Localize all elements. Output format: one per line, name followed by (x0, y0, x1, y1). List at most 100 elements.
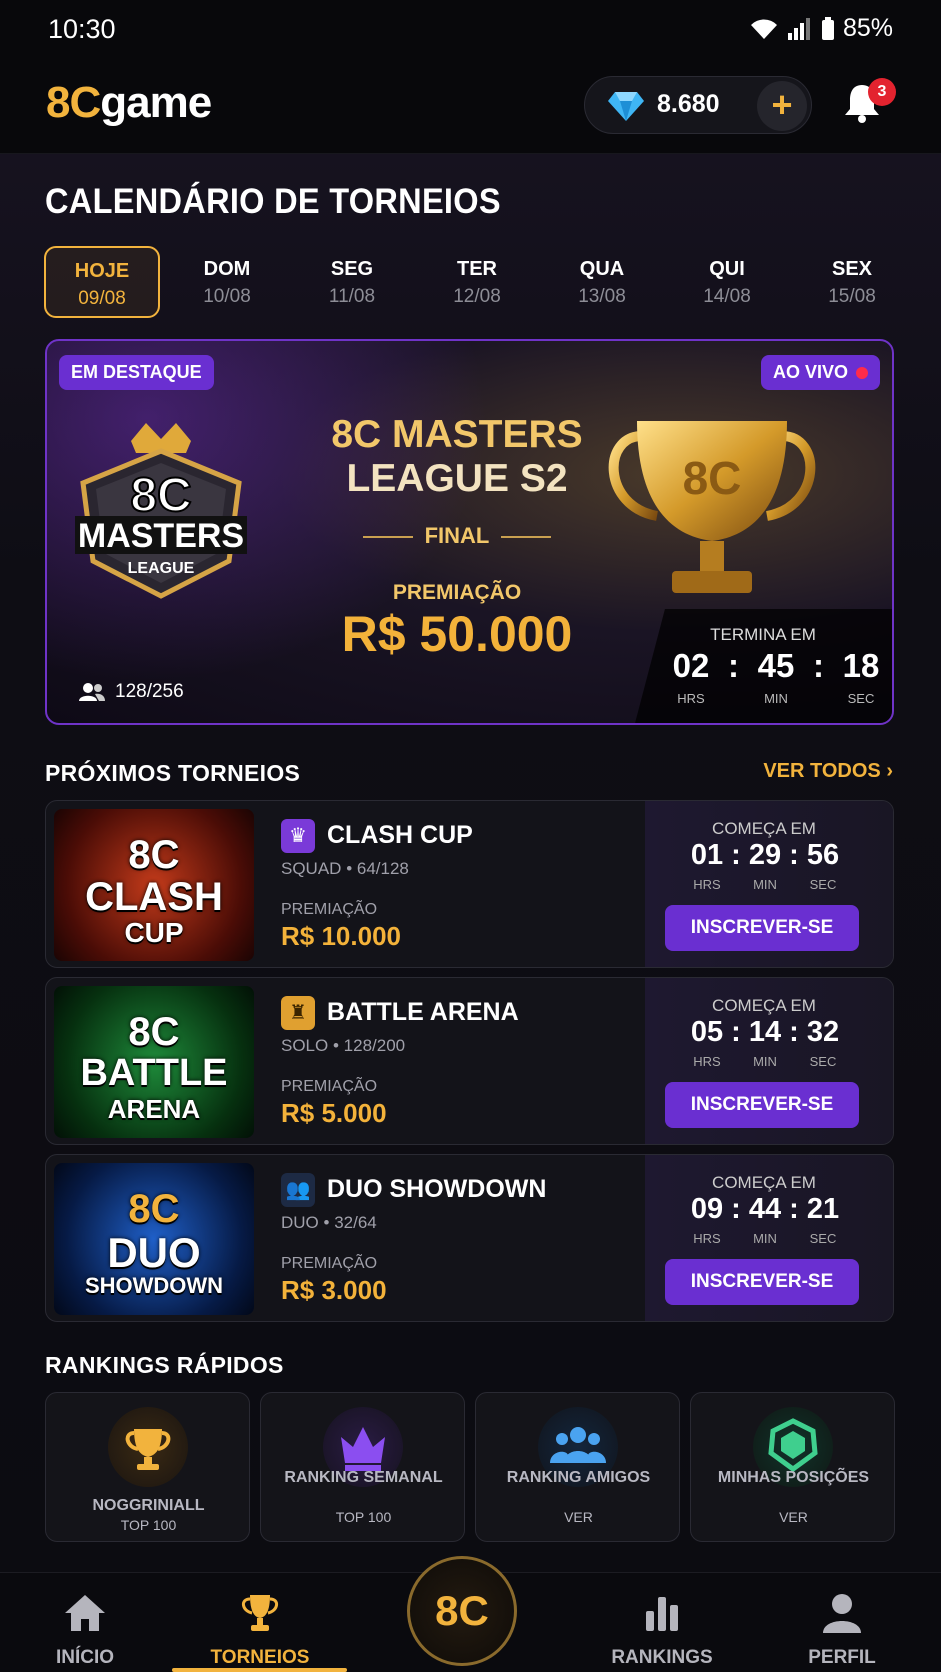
timer-hours: 02 (672, 647, 710, 684)
day-name: HOJE (74, 260, 130, 282)
day-date: 15/08 (828, 286, 876, 307)
day-date: 09/08 (78, 288, 126, 309)
nav-center-8c-button[interactable]: 8C (407, 1556, 517, 1666)
countdown-panel: COMEÇA EM 09: 44: 21 HRS MIN SEC INSCREV… (645, 1155, 893, 1321)
tournament-card-duo-showdown[interactable]: 8C DUO SHOWDOWN 👥 DUO SHOWDOWN DUO • 32/… (45, 1154, 894, 1322)
trophy-8c: 8C (683, 452, 742, 504)
thumb-title: BATTLE (80, 1052, 228, 1094)
nav-tournaments[interactable]: TORNEIOS (190, 1573, 330, 1672)
battery-icon (821, 16, 834, 40)
day-name: SEX (831, 258, 873, 280)
upcoming-title: PRÓXIMOS TORNEIOS (45, 760, 301, 786)
ranking-subtitle: VER (564, 1509, 593, 1525)
tournament-card-clash-cup[interactable]: 8C CLASH CUP ♛ CLASH CUP SQUAD • 64/128 … (45, 800, 894, 968)
countdown-timer: 09: 44: 21 (685, 1193, 845, 1226)
castle-icon: ♜ (281, 996, 315, 1030)
ranking-title: NOGGRINIALL (92, 1497, 205, 1514)
ranking-title: MINHAS POSIÇÕES (717, 1469, 870, 1486)
battle-arena-thumbnail: 8C BATTLE ARENA (54, 986, 254, 1138)
diamond-wallet[interactable]: 8.680 + (584, 76, 812, 134)
thumb-8c: 8C (128, 833, 180, 877)
status-bar: 10:30 85% (0, 0, 941, 62)
live-label: AO VIVO (772, 362, 848, 382)
tournament-name: DUO SHOWDOWN (327, 1175, 547, 1203)
countdown-units: HRS MIN SEC (685, 1231, 845, 1246)
prize-label: PREMIAÇÃO (281, 1078, 378, 1095)
countdown-panel: COMEÇA EM 01: 29: 56 HRS MIN SEC INSCREV… (645, 801, 893, 967)
unit-minutes: MIN (753, 1054, 777, 1069)
prize-value: R$ 3.000 (281, 1275, 387, 1305)
register-button[interactable]: INSCREVER-SE (665, 1082, 859, 1128)
status-icons: 85% (749, 14, 893, 43)
nav-rankings[interactable]: RANKINGS (592, 1573, 732, 1672)
thumb-sub: CUP (124, 917, 184, 948)
register-button[interactable]: INSCREVER-SE (665, 1259, 859, 1305)
tournament-meta: SQUAD • 64/128 (281, 859, 409, 878)
ranking-card-weekly[interactable]: RANKING SEMANAL TOP 100 (260, 1392, 465, 1542)
duo-showdown-thumbnail: 8C DUO SHOWDOWN (54, 1163, 254, 1315)
tournament-meta: DUO • 32/64 (281, 1213, 377, 1232)
day-date: 11/08 (328, 286, 376, 307)
tournament-name: BATTLE ARENA (327, 998, 519, 1026)
unit-hours: HRS (693, 877, 721, 892)
featured-prize-label: PREMIAÇÃO (392, 581, 522, 604)
logo-8c: 8C (46, 78, 101, 127)
nav-home-label: INÍCIO (55, 1647, 115, 1668)
countdown-timer: 05: 14: 32 (685, 1016, 845, 1049)
ranking-subtitle: TOP 100 (120, 1517, 177, 1533)
ranking-card-positions[interactable]: MINHAS POSIÇÕES VER (690, 1392, 895, 1542)
tournament-slots: 64/128 (356, 859, 409, 878)
ranking-card-global[interactable]: NOGGRINIALL TOP 100 (45, 1392, 250, 1542)
timer-seconds: 21 (806, 1193, 840, 1225)
day-selector: HOJE 09/08 DOM 10/08 SEG 11/08 TER 12/08… (44, 246, 904, 318)
day-tab-fri[interactable]: SEX 15/08 (794, 246, 910, 318)
tournament-info: ♛ CLASH CUP SQUAD • 64/128 PREMIAÇÃO R$ … (281, 801, 641, 967)
badge-8c: 8C (130, 469, 191, 522)
day-date: 13/08 (578, 286, 626, 307)
day-tab-wed[interactable]: QUA 13/08 (544, 246, 660, 318)
day-tab-sun[interactable]: DOM 10/08 (169, 246, 285, 318)
day-tab-mon[interactable]: SEG 11/08 (294, 246, 410, 318)
day-tab-tue[interactable]: TER 12/08 (419, 246, 535, 318)
see-all-link[interactable]: VER TODOS › (763, 760, 893, 783)
battery-level: 85% (842, 14, 893, 42)
app-logo[interactable]: 8Cgame (46, 78, 212, 128)
unit-hours: HRS (677, 691, 705, 706)
prize-label: PREMIAÇÃO (281, 901, 378, 918)
unit-hours: HRS (693, 1231, 721, 1246)
notifications-button[interactable]: 3 (842, 78, 896, 129)
stage-label: FINAL (424, 523, 490, 548)
ranking-card-friends[interactable]: RANKING AMIGOS VER (475, 1392, 680, 1542)
tournament-mode: SQUAD (281, 859, 342, 878)
countdown-panel: COMEÇA EM 05: 14: 32 HRS MIN SEC INSCREV… (645, 978, 893, 1144)
timer-minutes: 44 (748, 1193, 782, 1225)
wifi-icon (750, 18, 777, 39)
tournament-mode: SOLO (281, 1036, 329, 1055)
nav-profile-label: PERFIL (808, 1647, 876, 1668)
day-tab-thu[interactable]: QUI 14/08 (669, 246, 785, 318)
nav-rankings-label: RANKINGS (611, 1647, 713, 1668)
day-name: DOM (203, 258, 251, 280)
day-tab-today[interactable]: HOJE 09/08 (44, 246, 160, 318)
tournament-card-battle-arena[interactable]: 8C BATTLE ARENA ♜ BATTLE ARENA SOLO • 12… (45, 977, 894, 1145)
day-name: SEG (330, 258, 374, 280)
timer-hours: 09 (690, 1193, 724, 1225)
masters-league-badge: 8C MASTERS LEAGUE (75, 423, 247, 599)
starts-label: COMEÇA EM (712, 819, 816, 838)
chevron-right-icon: › (886, 760, 893, 782)
ranking-title: RANKING SEMANAL (284, 1469, 443, 1486)
add-diamonds-button[interactable]: + (757, 81, 807, 131)
divider-right (501, 536, 552, 539)
thumb-sub: ARENA (107, 1094, 201, 1124)
ranking-title: RANKING AMIGOS (506, 1469, 651, 1486)
nav-profile[interactable]: PERFIL (772, 1573, 912, 1672)
register-button[interactable]: INSCREVER-SE (665, 905, 859, 951)
divider-left (362, 536, 413, 539)
featured-tournament-card[interactable]: EM DESTAQUE AO VIVO 8C MASTERS LEAGUE 8C… (45, 339, 894, 725)
countdown-units: HRS MIN SEC (685, 877, 845, 892)
starts-label: COMEÇA EM (712, 1173, 816, 1192)
day-name: QUA (579, 258, 625, 280)
nav-home[interactable]: INÍCIO (15, 1573, 155, 1672)
diamond-icon (608, 92, 644, 121)
see-all-label: VER TODOS (763, 760, 881, 782)
